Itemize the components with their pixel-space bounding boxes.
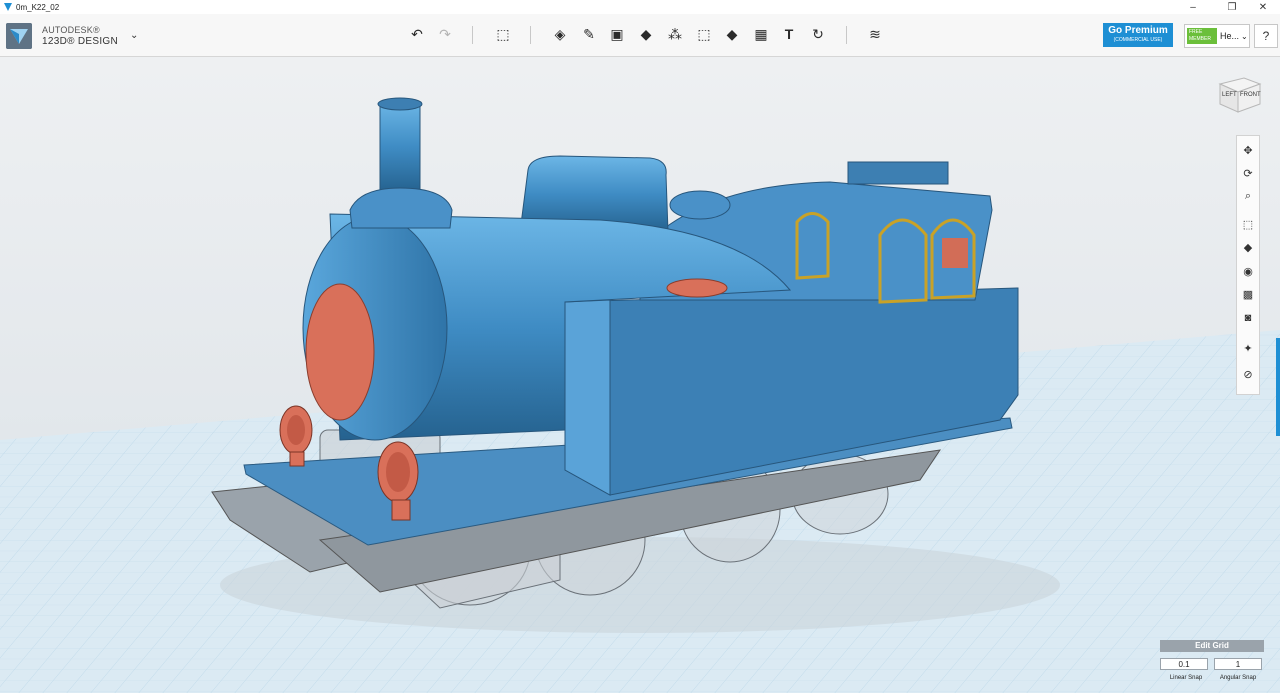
go-premium-button[interactable]: Go Premium (COMMERCIAL USE) — [1103, 23, 1173, 47]
app-logo[interactable] — [6, 23, 32, 49]
edit-grid-button[interactable]: Edit Grid — [1160, 640, 1264, 652]
linear-snap-label: Linear Snap — [1169, 675, 1203, 681]
orbit-icon[interactable]: ⟳ — [1237, 163, 1259, 183]
user-menu[interactable]: FREE MEMBER He... ⌄ — [1184, 24, 1250, 48]
redo-icon[interactable]: ↷ — [434, 22, 456, 46]
transform-icon[interactable]: ⬚ — [492, 22, 514, 46]
toolbar-separator — [472, 26, 473, 44]
angular-snap-field[interactable]: 1 — [1214, 658, 1262, 670]
help-button[interactable]: ? — [1254, 24, 1278, 48]
viewcube[interactable]: LEFT FRONT — [1214, 72, 1264, 114]
text-icon[interactable]: T — [778, 22, 800, 46]
chevron-down-icon: ⌄ — [1241, 31, 1248, 41]
group-icon[interactable]: ⬚ — [693, 22, 715, 46]
sketch-icon[interactable]: ✎ — [578, 22, 600, 46]
combine-icon[interactable]: ◆ — [721, 22, 743, 46]
window-title: 0m_K22_02 — [16, 2, 60, 12]
linear-snap-field[interactable]: 0.1 — [1160, 658, 1208, 670]
navigation-bar: ✥ ⟳ ⌕ ⬚ ◆ ◉ ▩ ◙ ✦ ⊘ — [1236, 135, 1260, 395]
edit-grid-panel: Edit Grid 0.1 1 Linear Snap Angular Snap — [1160, 640, 1264, 684]
restore-icon[interactable]: ❐ — [1215, 0, 1249, 14]
premium-label: Go Premium — [1108, 25, 1168, 36]
toolbar-separator — [530, 26, 531, 44]
viewcube-left-label: LEFT — [1222, 92, 1237, 98]
camera-icon[interactable]: ◙ — [1237, 308, 1259, 328]
brand-product: 123D® DESIGN — [42, 36, 118, 47]
main-toolbar: AUTODESK® 123D® DESIGN ⌄ ↶ ↷ ⬚ ◈ ✎ ▣ ◆ ⁂… — [0, 14, 1280, 57]
premium-sub: (COMMERCIAL USE) — [1113, 37, 1163, 43]
grid-toggle-icon[interactable]: ⊘ — [1237, 364, 1259, 384]
user-name: He... — [1220, 31, 1240, 41]
materials-outline-icon[interactable]: ▩ — [1237, 284, 1259, 304]
toolbar-separator — [846, 26, 847, 44]
view-mode-icon[interactable]: ◆ — [1237, 237, 1259, 257]
visibility-icon[interactable]: ◉ — [1237, 261, 1259, 281]
badge-line1: FREE — [1189, 29, 1203, 35]
snap-toggle-icon[interactable]: ✦ — [1237, 338, 1259, 358]
zoom-icon[interactable]: ⌕ — [1237, 186, 1259, 206]
chevron-down-icon[interactable]: ⌄ — [130, 30, 138, 41]
angular-snap-label: Angular Snap — [1219, 675, 1257, 681]
fit-icon[interactable]: ⬚ — [1237, 214, 1259, 234]
measure-icon[interactable]: ▦ — [750, 22, 772, 46]
badge-line2: MEMBER — [1189, 36, 1211, 42]
snap-icon[interactable]: ↻ — [807, 22, 829, 46]
pattern-icon[interactable]: ⁂ — [664, 22, 686, 46]
viewcube-front-label: FRONT — [1240, 92, 1261, 98]
close-icon[interactable]: ✕ — [1246, 0, 1280, 14]
3d-viewport[interactable]: LEFT FRONT ✥ ⟳ ⌕ ⬚ ◆ ◉ ▩ ◙ ✦ ⊘ Edit Grid… — [0, 57, 1280, 693]
construct-icon[interactable]: ▣ — [606, 22, 628, 46]
scene — [0, 57, 1280, 693]
minimize-icon[interactable]: – — [1176, 0, 1210, 14]
app-icon — [4, 3, 12, 11]
material-icon[interactable]: ≋ — [864, 22, 886, 46]
brand-autodesk: AUTODESK® — [42, 25, 100, 35]
pan-icon[interactable]: ✥ — [1237, 140, 1259, 160]
undo-icon[interactable]: ↶ — [406, 22, 428, 46]
free-member-badge: FREE MEMBER — [1187, 28, 1217, 44]
side-panel-tab[interactable] — [1276, 338, 1280, 436]
primitives-icon[interactable]: ◈ — [549, 22, 571, 46]
modify-icon[interactable]: ◆ — [635, 22, 657, 46]
title-bar: 0m_K22_02 — [0, 0, 1280, 14]
